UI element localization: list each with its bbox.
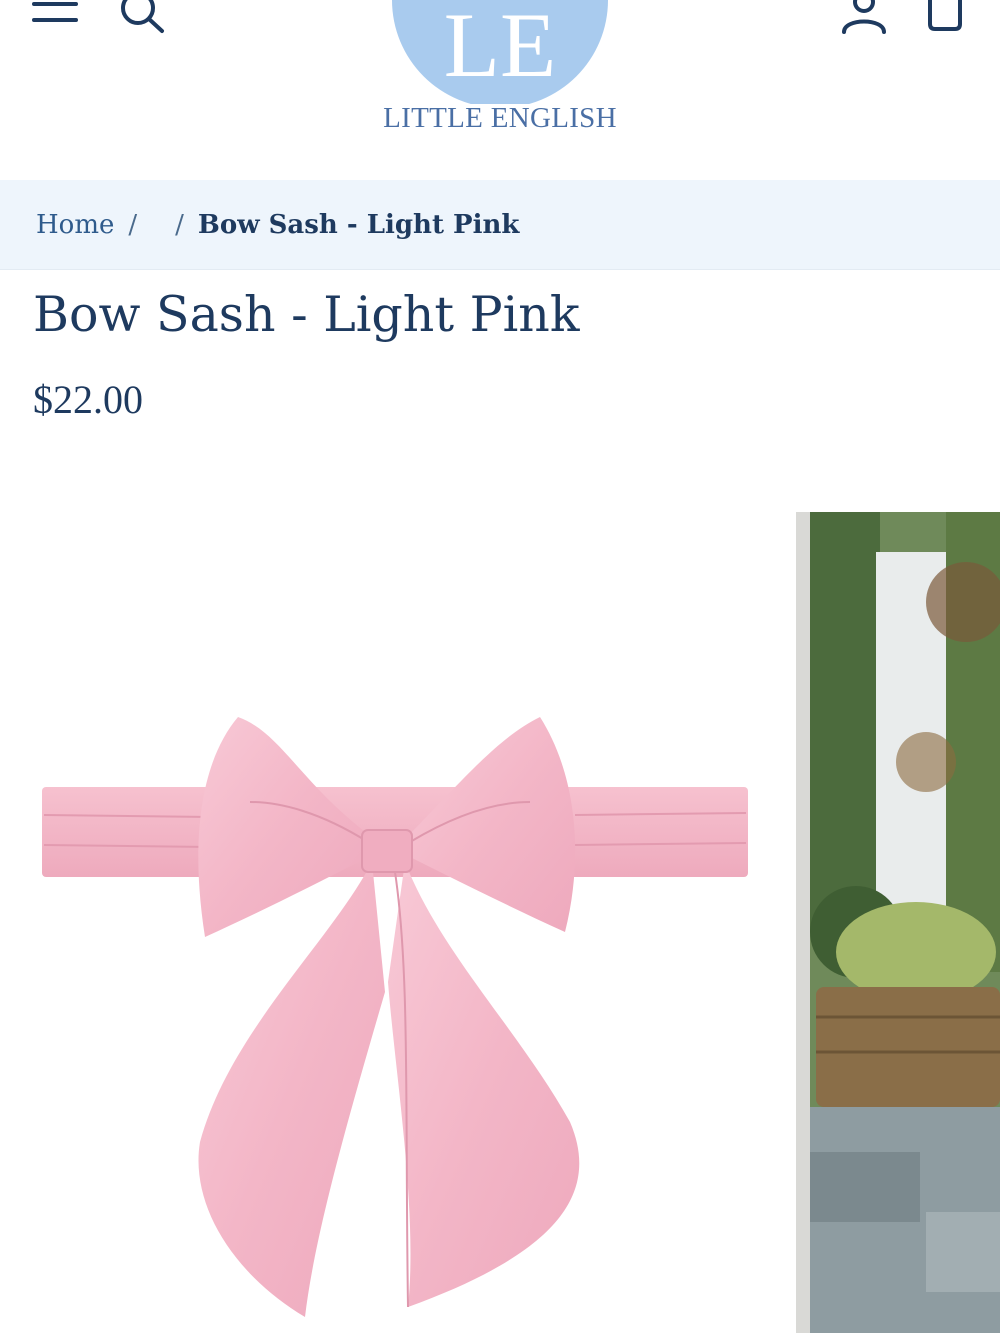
cart-icon[interactable]: [922, 0, 968, 36]
breadcrumb-separator: /: [175, 209, 184, 240]
site-header: LE LITTLE ENGLISH: [0, 0, 1000, 180]
account-icon[interactable]: [838, 0, 890, 36]
search-icon[interactable]: [114, 0, 166, 34]
breadcrumb-separator: /: [128, 209, 138, 240]
logo-monogram-icon: LE: [392, 0, 608, 108]
logo-text: LITTLE ENGLISH: [383, 102, 617, 134]
product-image-main[interactable]: [0, 512, 790, 1333]
brand-logo[interactable]: LE LITTLE ENGLISH: [380, 0, 620, 140]
product-title: Bow Sash - Light Pink: [33, 286, 580, 343]
logo-monogram: LE: [444, 0, 556, 96]
product-price: $22.00: [33, 377, 143, 422]
menu-icon[interactable]: [30, 0, 80, 30]
breadcrumb-current: Bow Sash - Light Pink: [197, 209, 520, 240]
product-image-secondary[interactable]: [796, 512, 1000, 1333]
breadcrumb: Home / / Bow Sash - Light Pink: [0, 180, 1000, 270]
breadcrumb-home-link[interactable]: Home: [36, 210, 114, 240]
